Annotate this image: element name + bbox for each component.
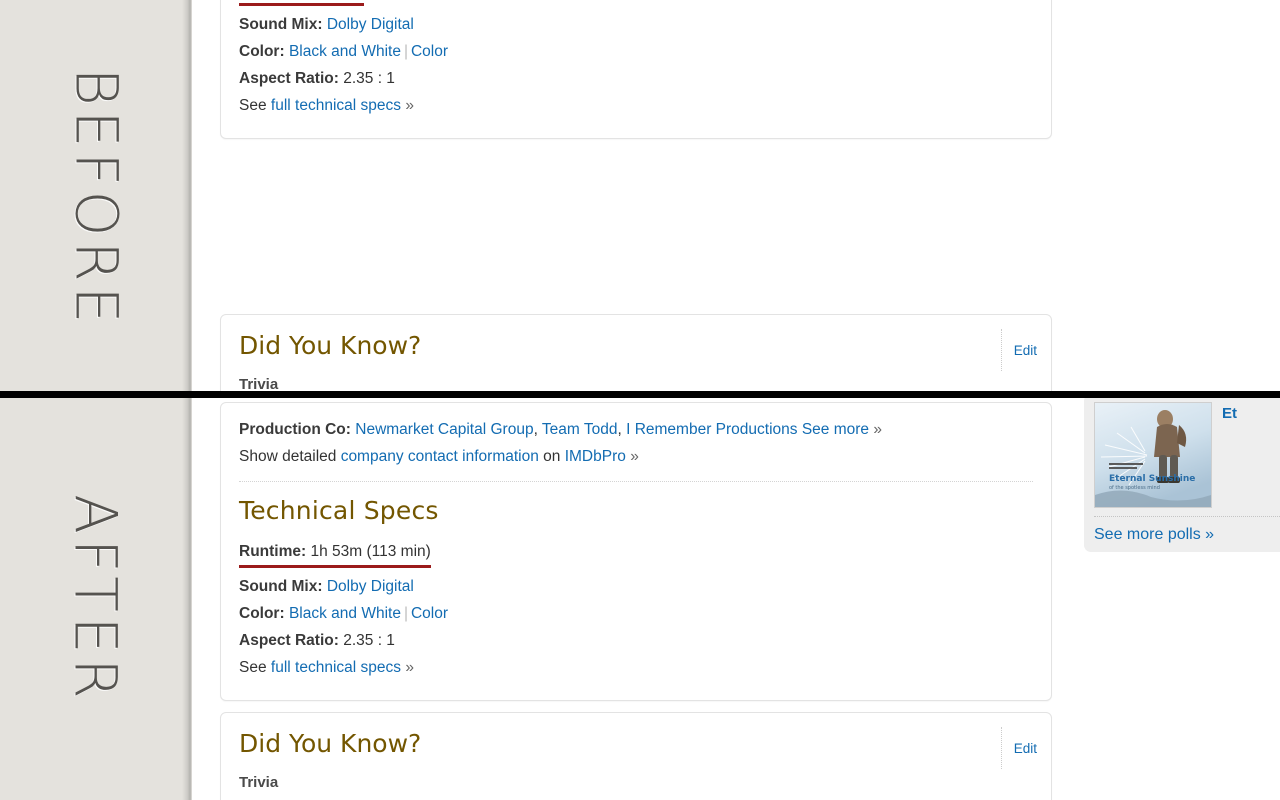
color-label: Color: [239,43,285,60]
runtime-highlight-before: Runtime: 113 min [239,0,365,6]
color-color-link[interactable]: Color [411,605,448,622]
see-text: See [239,97,267,114]
did-you-know-title: Did You Know? [239,729,422,758]
aspect-ratio-value: 2.35 : 1 [343,70,395,87]
svg-text:of the spotless mind: of the spotless mind [1109,485,1160,491]
aspect-ratio-row-before: Aspect Ratio: 2.35 : 1 [239,66,1033,91]
sound-mix-label: Sound Mix: [239,578,323,595]
poll-question-after[interactable]: Et [1222,402,1237,423]
edit-container-after: Edit [1000,727,1037,769]
color-row-before: Color: Black and White | Color [239,39,1033,64]
see-more-production-link[interactable]: See more [802,421,869,438]
production-company-link-3[interactable]: I Remember Productions [626,421,797,438]
chevron-icon: » [405,97,414,114]
runtime-highlight-after: Runtime: 1h 53m (113 min) [239,539,431,568]
see-text: See [239,659,267,676]
did-you-know-card-after: Did You Know? Edit Trivia [220,712,1052,800]
chevron-icon: » [873,421,882,438]
full-technical-specs-link[interactable]: full technical specs [271,97,401,114]
sound-mix-row-before: Sound Mix: Dolby Digital [239,12,1033,37]
before-after-rail: BEFORE AFTER [0,0,192,800]
full-technical-specs-link[interactable]: full technical specs [271,659,401,676]
aspect-ratio-label: Aspect Ratio: [239,632,339,649]
before-after-divider-bar [0,391,1280,398]
did-you-know-header-after: Did You Know? Edit [239,727,1037,769]
sound-mix-value-link[interactable]: Dolby Digital [327,16,414,33]
edit-container-before: Edit [1000,329,1037,371]
sound-mix-row-after: Sound Mix: Dolby Digital [239,574,1033,599]
aspect-ratio-value: 2.35 : 1 [343,632,395,649]
technical-specs-heading: Technical Specs [239,496,439,525]
poll-footer-after: See more polls » [1094,516,1280,544]
runtime-label: Runtime: [239,543,307,560]
edit-link[interactable]: Edit [1014,343,1037,358]
production-co-label: Production Co: [239,421,351,438]
poll-question-line-1: Et [1222,405,1237,422]
color-black-and-white-link[interactable]: Black and White [289,605,401,622]
technical-specs-card-after: Production Co: Newmarket Capital Group, … [220,402,1052,701]
runtime-row-before: Runtime: 113 min [239,0,1033,10]
see-more-polls-link[interactable]: See more polls » [1094,526,1214,543]
svg-text:Eternal Sunshine: Eternal Sunshine [1109,474,1195,484]
color-row-after: Color: Black and White | Color [239,601,1033,626]
eternal-sunshine-poster-icon[interactable]: Eternal Sunshine of the spotless mind [1094,402,1212,508]
color-black-and-white-link[interactable]: Black and White [289,43,401,60]
production-company-link-1[interactable]: Newmarket Capital Group [355,421,533,438]
did-you-know-title: Did You Know? [239,331,422,360]
production-co-row-after: Production Co: Newmarket Capital Group, … [239,421,882,438]
section-divider [239,481,1033,482]
color-divider: | [403,43,408,60]
before-label-region: BEFORE [0,0,192,396]
imdbpro-link[interactable]: IMDbPro [565,448,626,465]
color-label: Color: [239,605,285,622]
before-pane: Production Co: Newmarket Capital Group, … [192,0,1280,396]
technical-specs-card-before: Production Co: Newmarket Capital Group, … [220,0,1052,139]
did-you-know-card-before: Did You Know? Edit Trivia [220,314,1052,396]
color-divider: | [403,605,408,622]
sound-mix-label: Sound Mix: [239,16,323,33]
show-detailed-text: Show detailed [239,448,337,465]
production-company-link-2[interactable]: Team Todd [542,421,618,438]
poll-body: Eternal Sunshine of the spotless mind Et [1094,402,1280,508]
sound-mix-value-link[interactable]: Dolby Digital [327,578,414,595]
aspect-ratio-label: Aspect Ratio: [239,70,339,87]
after-label-region: AFTER [0,398,192,800]
color-color-link[interactable]: Color [411,43,448,60]
chevron-icon: » [405,659,414,676]
imdbpro-row-after: Show detailed company contact informatio… [239,444,1033,469]
runtime-value-after: 1h 53m (113 min) [310,543,431,560]
full-technical-specs-row-before: See full technical specs » [239,93,1033,118]
chevron-icon: » [630,448,639,465]
runtime-row-after: Runtime: 1h 53m (113 min) [239,539,1033,572]
full-technical-specs-row-after: See full technical specs » [239,655,1033,680]
after-pane: Production Co: Newmarket Capital Group, … [192,398,1280,800]
edit-link[interactable]: Edit [1014,741,1037,756]
company-contact-information-link[interactable]: company contact information [341,448,539,465]
before-label: BEFORE [62,67,130,329]
aspect-ratio-row-after: Aspect Ratio: 2.35 : 1 [239,628,1033,653]
after-label: AFTER [62,494,130,704]
poll-widget-after: Eternal Sunshine of the spotless mind Et… [1084,398,1280,552]
did-you-know-header-before: Did You Know? Edit [239,329,1037,371]
trivia-subheading: Trivia [239,774,279,791]
on-text: on [543,448,561,465]
before-after-comparison-screenshot: Production Co: Newmarket Capital Group, … [0,0,1280,800]
